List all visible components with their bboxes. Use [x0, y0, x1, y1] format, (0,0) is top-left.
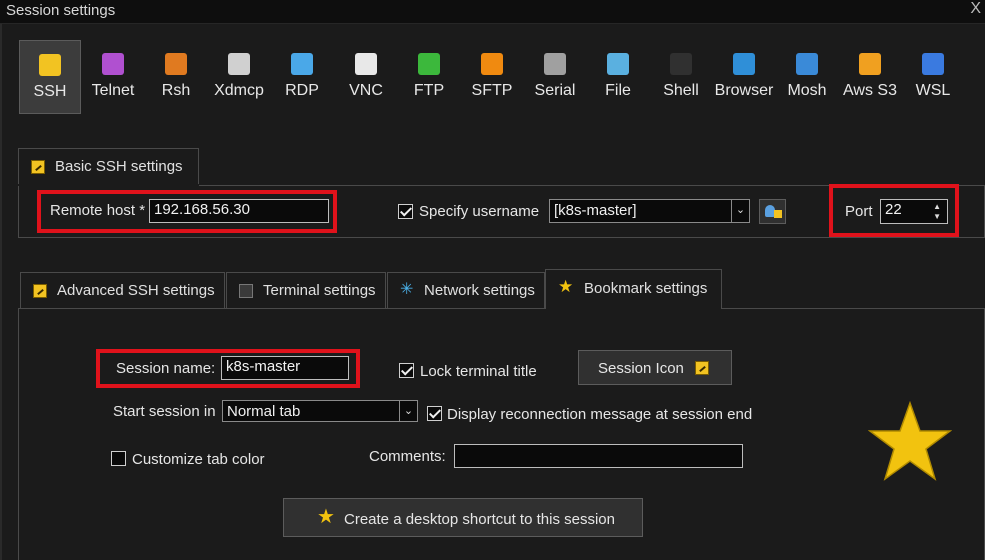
protocol-button-rdp[interactable]: RDP [271, 40, 333, 114]
protocol-label: WSL [915, 82, 951, 99]
user-manager-button[interactable] [759, 199, 786, 224]
monitor-icon [291, 53, 313, 75]
display-reconnect-label: Display reconnection message at session … [447, 406, 753, 423]
network-star-icon: ✳ [400, 281, 414, 298]
window-left-edge [0, 24, 2, 560]
key-icon [695, 361, 709, 375]
protocol-button-wsl[interactable]: WSL [902, 40, 964, 114]
username-select[interactable]: [k8s-master] ⌄ [549, 199, 750, 223]
tab-terminal-settings[interactable]: Terminal settings [226, 272, 386, 309]
display-reconnect-checkbox[interactable] [427, 406, 442, 421]
create-desktop-shortcut-button[interactable]: ★ Create a desktop shortcut to this sess… [283, 498, 643, 537]
protocol-button-ftp[interactable]: FTP [398, 40, 460, 114]
globe-orange-icon [481, 53, 503, 75]
title-bar [0, 0, 985, 24]
terminal-icon [670, 53, 692, 75]
terminal-settings-icon [239, 284, 253, 298]
tab-join [18, 184, 199, 186]
protocol-button-mosh[interactable]: Mosh [776, 40, 838, 114]
tab-advanced-ssh-settings[interactable]: Advanced SSH settings [20, 272, 225, 309]
protocol-button-xdmcp[interactable]: Xdmcp [208, 40, 270, 114]
protocol-button-serial[interactable]: Serial [524, 40, 586, 114]
session-icon-button[interactable]: Session Icon [578, 350, 732, 385]
vnc-icon [355, 53, 377, 75]
username-select-value: [k8s-master] [554, 202, 637, 219]
tab-basic-ssh-label: Basic SSH settings [55, 158, 183, 175]
comments-input[interactable] [454, 444, 743, 468]
tab-bookmark-label: Bookmark settings [584, 280, 708, 297]
key-icon [33, 284, 47, 298]
x-logo-icon [228, 53, 250, 75]
lock-terminal-title-checkbox[interactable] [399, 363, 414, 378]
satellite-icon [796, 53, 818, 75]
window-title: Session settings [6, 2, 116, 19]
protocol-button-file[interactable]: File [587, 40, 649, 114]
session-name-label: Session name: [116, 360, 216, 377]
remote-host-label: Remote host * [50, 202, 146, 219]
telnet-icon [102, 53, 124, 75]
monitor-file-icon [607, 53, 629, 75]
ssh-key-icon [39, 54, 61, 76]
start-session-value: Normal tab [227, 403, 301, 420]
tab-network-label: Network settings [424, 282, 535, 299]
protocol-button-rsh[interactable]: Rsh [145, 40, 207, 114]
key-icon [31, 160, 45, 174]
tab-network-settings[interactable]: ✳ Network settings [387, 272, 545, 309]
protocol-button-aws-s3[interactable]: Aws S3 [839, 40, 901, 114]
start-session-select[interactable]: Normal tab ⌄ [222, 400, 418, 422]
start-session-label: Start session in [113, 403, 216, 420]
globe-blue-icon [733, 53, 755, 75]
key-small-icon [774, 210, 782, 218]
tab-join [546, 307, 721, 309]
windows-icon [922, 53, 944, 75]
star-shortcut-icon: ★ [317, 506, 335, 528]
protocol-button-browser[interactable]: Browser [713, 40, 775, 114]
plug-icon [544, 53, 566, 75]
protocol-button-sftp[interactable]: SFTP [461, 40, 523, 114]
specify-username-label: Specify username [419, 203, 540, 220]
protocol-button-telnet[interactable]: Telnet [82, 40, 144, 114]
specify-username-checkbox[interactable] [398, 204, 413, 219]
protocol-button-vnc[interactable]: VNC [335, 40, 397, 114]
session-name-input[interactable]: k8s-master [221, 356, 349, 380]
port-input[interactable]: 22 ▲ ▼ [880, 199, 948, 224]
customize-tab-color-label: Customize tab color [132, 451, 265, 468]
bookmark-star-icon [868, 401, 952, 481]
chevron-down-icon: ⌄ [399, 401, 417, 421]
spin-down-icon[interactable]: ▼ [933, 212, 941, 221]
spin-up-icon[interactable]: ▲ [933, 202, 941, 211]
rsh-icon [165, 53, 187, 75]
star-icon: ★ [558, 277, 574, 296]
session-icon-button-label: Session Icon [598, 360, 684, 377]
lock-terminal-title-label: Lock terminal title [420, 363, 537, 380]
create-desktop-shortcut-label: Create a desktop shortcut to this sessio… [344, 511, 615, 528]
protocol-button-ssh[interactable]: SSH [19, 40, 81, 114]
customize-tab-color-checkbox[interactable] [111, 451, 126, 466]
protocol-button-shell[interactable]: Shell [650, 40, 712, 114]
port-label: Port [845, 203, 873, 220]
close-icon[interactable]: X [970, 0, 981, 18]
boxes-icon [859, 53, 881, 75]
tab-basic-ssh-settings[interactable]: Basic SSH settings [18, 148, 199, 185]
port-value: 22 [885, 201, 902, 218]
comments-label: Comments: [369, 448, 446, 465]
tab-advanced-label: Advanced SSH settings [57, 282, 215, 299]
tab-terminal-label: Terminal settings [263, 282, 376, 299]
tab-bookmark-settings[interactable]: ★ Bookmark settings [545, 269, 722, 309]
globe-green-icon [418, 53, 440, 75]
chevron-down-icon: ⌄ [731, 200, 749, 222]
remote-host-input[interactable]: 192.168.56.30 [149, 199, 329, 223]
